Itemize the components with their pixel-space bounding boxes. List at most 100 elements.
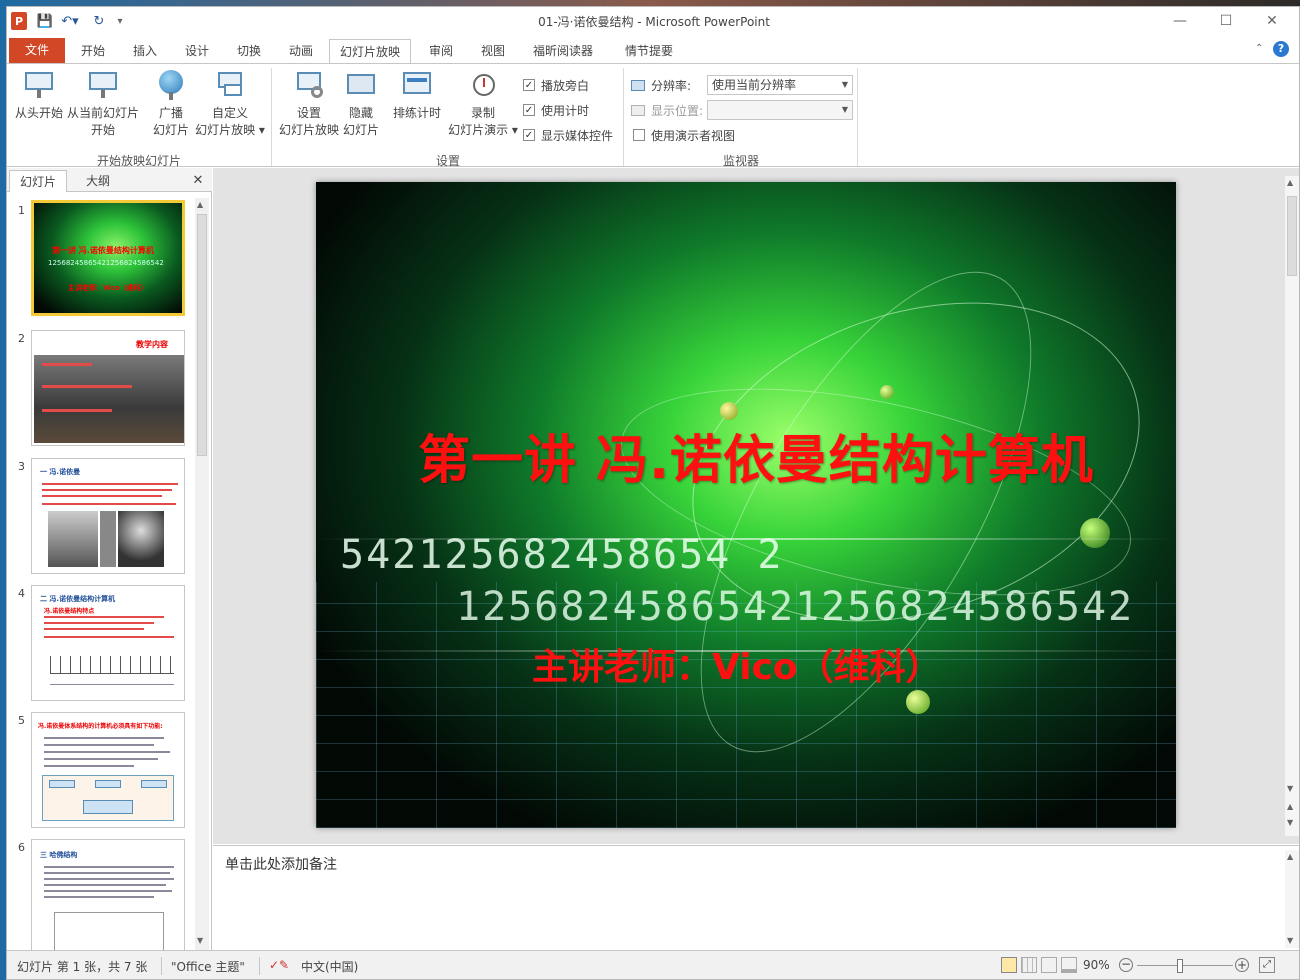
custom-slideshow-icon: [214, 70, 246, 100]
zoom-level[interactable]: 90%: [1083, 958, 1110, 972]
scroll-down-icon[interactable]: ▼: [1287, 784, 1293, 793]
tab-file[interactable]: 文件: [9, 38, 65, 63]
slide-thumbnail-3[interactable]: 3 一 冯.诺依曼: [7, 456, 197, 578]
group-separator: [623, 68, 624, 166]
slide-canvas[interactable]: 第一讲 冯.诺依曼结构计算机 542125682458654 2 1256824…: [316, 182, 1176, 828]
slide-title[interactable]: 第一讲 冯.诺依曼结构计算机: [316, 418, 1176, 493]
setup-slideshow-icon: [293, 70, 325, 100]
thumbnail-image: 教学内容: [31, 330, 185, 446]
notes-placeholder[interactable]: 单击此处添加备注: [225, 854, 337, 874]
slide-subtitle[interactable]: 主讲老师：Vico（维科）: [532, 638, 1032, 690]
slide-thumbnail-2[interactable]: 2 教学内容: [7, 328, 197, 450]
chevron-down-icon: ▼: [841, 80, 848, 89]
tab-slideshow[interactable]: 幻灯片放映: [329, 39, 411, 65]
scroll-up-icon[interactable]: ▲: [197, 200, 203, 209]
planet-decoration: [906, 690, 930, 714]
theme-name[interactable]: "Office 主题": [171, 958, 245, 975]
fit-to-window-icon[interactable]: ⤢: [1259, 957, 1275, 973]
rehearse-timings-button[interactable]: 排练计时: [389, 70, 445, 122]
slide-thumbnail-1[interactable]: 1 第一讲 冯.诺依曼结构计算机 12568245865421256824586…: [7, 200, 197, 322]
slide-thumbnail-5[interactable]: 5 冯.诺依曼体系结构的计算机必须具有如下功能:: [7, 710, 197, 832]
normal-view-icon[interactable]: [1001, 957, 1017, 973]
tab-transitions[interactable]: 切换: [229, 39, 269, 63]
group-label-monitors: 监视器: [722, 154, 759, 168]
thumbnails-scrollbar[interactable]: ▲ ▼: [195, 198, 209, 950]
tab-insert[interactable]: 插入: [125, 39, 165, 63]
slide-thumbnail-4[interactable]: 4 二 冯.诺依曼结构计算机 冯.诺依曼结构特点: [7, 583, 197, 705]
previous-slide-icon[interactable]: ▲: [1287, 802, 1293, 811]
language-indicator[interactable]: 中文(中国): [301, 958, 358, 975]
title-bar: P 💾 ↶▾ ↻ ▾ 01-冯·诺依曼结构 - Microsoft PowerP…: [7, 7, 1299, 35]
digits-decoration-row-1: 542125682458654 2: [340, 532, 784, 578]
pane-tabs: 幻灯片 大纲 ✕: [7, 168, 212, 192]
slideshow-view-icon[interactable]: [1061, 957, 1077, 973]
notes-pane[interactable]: 单击此处添加备注 ▲ ▼: [213, 845, 1299, 950]
use-timings-checkbox[interactable]: ✓ 使用计时: [523, 101, 589, 119]
group-label-setup: 设置: [435, 154, 460, 168]
scroll-down-icon[interactable]: ▼: [197, 936, 203, 945]
next-slide-icon[interactable]: ▼: [1287, 818, 1293, 827]
show-on-dropdown[interactable]: ▼: [707, 100, 853, 120]
close-pane-icon[interactable]: ✕: [189, 170, 207, 192]
zoom-out-icon[interactable]: −: [1119, 958, 1133, 972]
collapse-ribbon-icon[interactable]: ⌃: [1255, 43, 1263, 54]
tab-animations[interactable]: 动画: [281, 39, 321, 63]
thumbnail-image: 一 冯.诺依曼: [31, 458, 185, 574]
custom-slideshow-button[interactable]: 自定义 幻灯片放映 ▾: [195, 70, 265, 139]
window-title: 01-冯·诺依曼结构 - Microsoft PowerPoint: [538, 15, 770, 29]
planet-decoration: [880, 385, 894, 399]
architecture-diagram: [42, 775, 174, 821]
close-button[interactable]: ✕: [1249, 7, 1295, 35]
thumbnail-image: 三 哈佛结构: [31, 839, 185, 953]
slides-pane: 幻灯片 大纲 ✕ 1 第一讲 冯.诺依曼结构计算机 12568245865421…: [7, 168, 212, 953]
minimize-button[interactable]: —: [1157, 7, 1203, 35]
resolution-dropdown[interactable]: 使用当前分辨率 ▼: [707, 75, 853, 95]
tab-outline[interactable]: 大纲: [69, 170, 127, 192]
scroll-up-icon[interactable]: ▲: [1287, 852, 1293, 861]
tab-storyboarding[interactable]: 情节提要: [617, 39, 681, 63]
show-media-controls-checkbox[interactable]: ✓ 显示媒体控件: [523, 126, 613, 144]
rehearse-timings-icon: [401, 70, 433, 100]
setup-slideshow-button[interactable]: 设置 幻灯片放映: [277, 70, 341, 139]
scroll-up-icon[interactable]: ▲: [1287, 178, 1293, 187]
tab-home[interactable]: 开始: [73, 39, 113, 63]
presenter-view-checkbox[interactable]: 使用演示者视图: [633, 126, 735, 144]
computer-room-photo: [34, 355, 184, 443]
help-icon[interactable]: ?: [1273, 41, 1289, 57]
checkmark-icon: ✓: [523, 104, 535, 116]
scroll-thumb[interactable]: [197, 214, 207, 456]
zoom-slider-track[interactable]: [1137, 965, 1233, 966]
slideshow-start-icon: [23, 70, 55, 100]
editor-scrollbar[interactable]: ▲ ▼ ▲ ▼: [1285, 176, 1299, 836]
broadcast-slideshow-button[interactable]: 广播 幻灯片: [145, 70, 197, 139]
scroll-thumb[interactable]: [1287, 196, 1297, 276]
chevron-down-icon: ▼: [841, 105, 848, 114]
monitor-icon: [631, 104, 645, 116]
slideshow-current-icon: [87, 70, 119, 100]
notes-scrollbar[interactable]: ▲ ▼: [1285, 850, 1299, 948]
broadcast-globe-icon: [155, 70, 187, 100]
tab-view[interactable]: 视图: [473, 39, 513, 63]
spellcheck-icon[interactable]: ✓✎: [269, 958, 289, 972]
hide-slide-icon: [345, 70, 377, 100]
reading-view-icon[interactable]: [1041, 957, 1057, 973]
slide-sorter-icon[interactable]: [1021, 957, 1037, 973]
from-beginning-button[interactable]: 从头开始: [11, 70, 67, 122]
zoom-in-icon[interactable]: +: [1235, 958, 1249, 972]
thumbnail-image: 冯.诺依曼体系结构的计算机必须具有如下功能:: [31, 712, 185, 828]
tab-design[interactable]: 设计: [177, 39, 217, 63]
monitor-icon: [631, 79, 645, 91]
zoom-slider-handle[interactable]: [1177, 959, 1183, 973]
from-current-slide-button[interactable]: 从当前幻灯片 开始: [67, 70, 139, 139]
hide-slide-button[interactable]: 隐藏 幻灯片: [341, 70, 381, 139]
status-bar: 幻灯片 第 1 张，共 7 张 "Office 主题" ✓✎ 中文(中国) 90…: [7, 950, 1299, 979]
slide-thumbnail-6[interactable]: 6 三 哈佛结构: [7, 837, 197, 953]
slide-counter: 幻灯片 第 1 张，共 7 张: [17, 960, 148, 974]
scroll-down-icon[interactable]: ▼: [1287, 936, 1293, 945]
tab-slides[interactable]: 幻灯片: [9, 170, 67, 192]
tab-review[interactable]: 审阅: [421, 39, 461, 63]
maximize-button[interactable]: ☐: [1203, 7, 1249, 35]
record-slideshow-button[interactable]: 录制 幻灯片演示 ▾: [447, 70, 519, 139]
tab-foxit-reader[interactable]: 福昕阅读器: [525, 39, 601, 63]
play-narration-checkbox[interactable]: ✓ 播放旁白: [523, 76, 589, 94]
